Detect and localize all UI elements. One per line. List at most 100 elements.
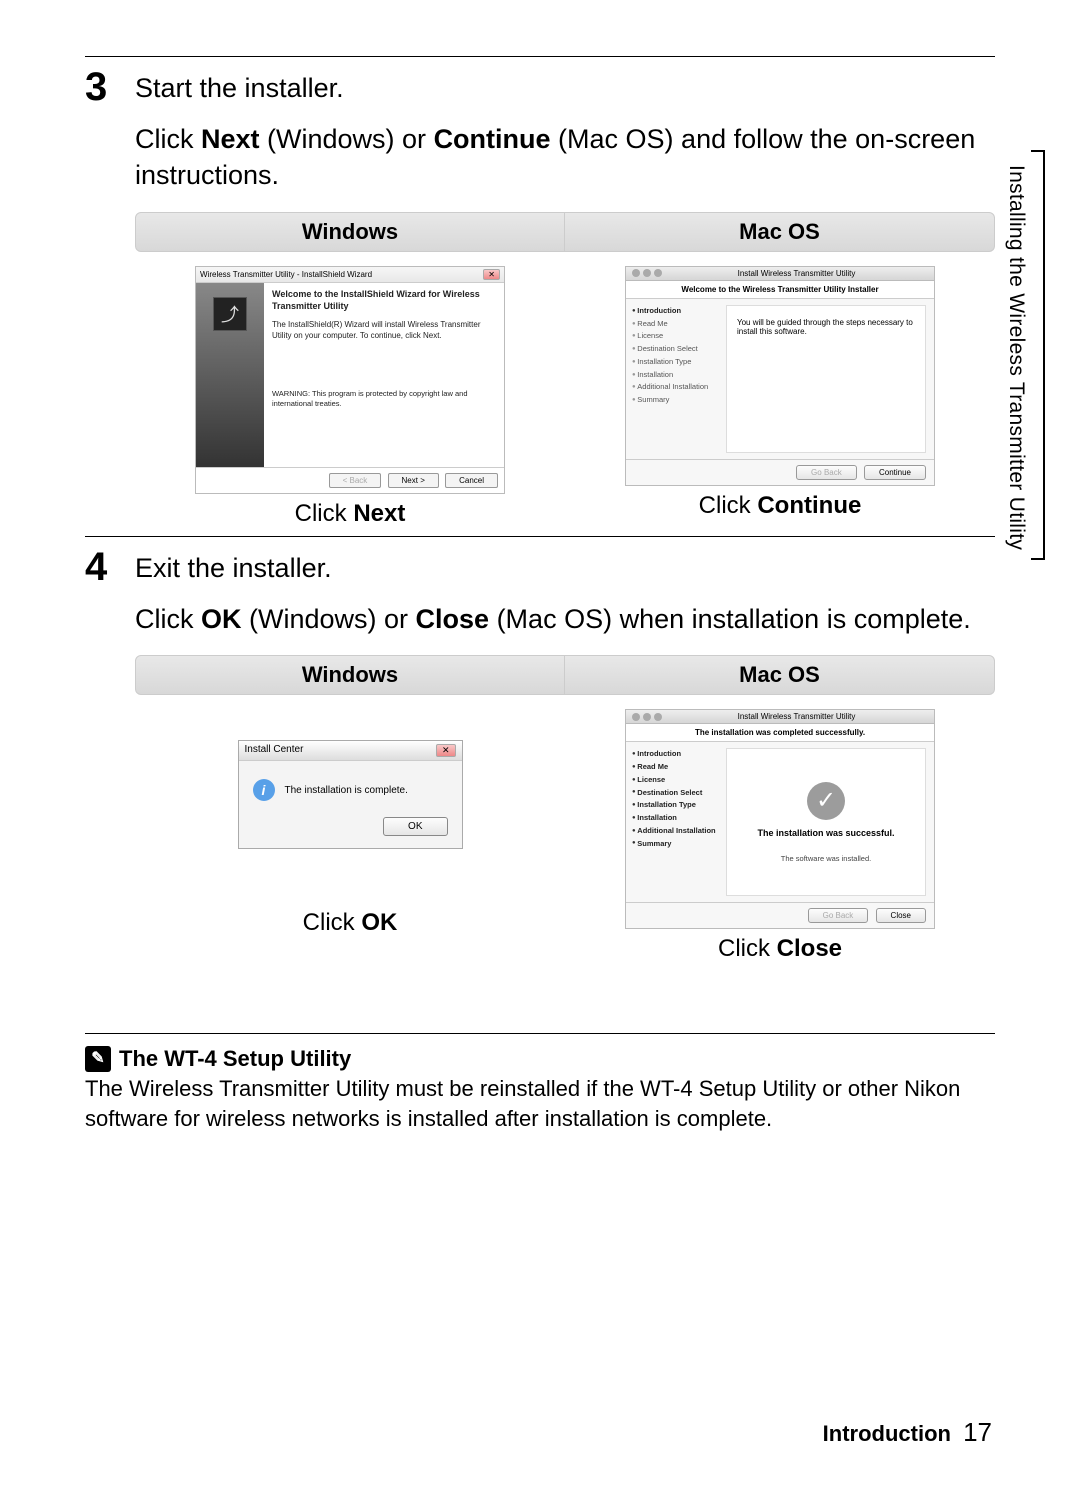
side-tab-line	[1043, 150, 1045, 560]
step3-os-table: Windows Wireless Transmitter Utility - I…	[135, 212, 995, 528]
traffic-light-icon[interactable]	[643, 269, 651, 277]
caption-click-continue: Click Continue	[565, 492, 995, 520]
mac-step-item: Summary	[632, 838, 720, 851]
side-tab-bottom	[1031, 558, 1045, 560]
mac-step-list: Introduction Read Me License Destination…	[626, 742, 726, 902]
step-3-body: Click Next (Windows) or Continue (Mac OS…	[135, 121, 995, 194]
back-button[interactable]: < Back	[329, 473, 382, 488]
bold-next: Next	[201, 124, 260, 154]
close-icon[interactable]: ✕	[483, 269, 500, 280]
text: Click	[303, 909, 362, 936]
mac-step-item: Additional Installation	[632, 381, 720, 394]
dlg-title-text: Install Center	[245, 744, 304, 757]
text: (Mac OS) when installation is complete.	[489, 604, 971, 634]
mac-body-text: You will be guided through the steps nec…	[737, 318, 915, 336]
footer-section: Introduction	[823, 1421, 951, 1446]
goback-button[interactable]: Go Back	[796, 465, 857, 480]
page-footer: Introduction 17	[823, 1417, 992, 1448]
note-title: ✎ The WT-4 Setup Utility	[85, 1044, 995, 1074]
mac-step-item: License	[632, 330, 720, 343]
text: Click	[135, 604, 201, 634]
mac-step-item: Installation	[632, 369, 720, 382]
info-icon: i	[253, 779, 275, 801]
note-title-text: The WT-4 Setup Utility	[119, 1044, 351, 1074]
mac-step-item: Installation Type	[632, 356, 720, 369]
footer-page: 17	[963, 1417, 992, 1447]
mac-success-sub: The software was installed.	[781, 854, 871, 863]
cancel-button[interactable]: Cancel	[445, 473, 498, 488]
text: Click	[295, 500, 354, 527]
mac-title-text: Install Wireless Transmitter Utility	[665, 712, 928, 721]
mac-step-item: Destination Select	[632, 787, 720, 800]
dlg-body-text: The installation is complete.	[285, 785, 408, 796]
next-button[interactable]: Next >	[388, 473, 439, 488]
side-tab-top	[1031, 150, 1045, 152]
note-box: ✎ The WT-4 Setup Utility The Wireless Tr…	[85, 1033, 995, 1133]
rule-mid	[85, 536, 995, 537]
pencil-icon: ✎	[85, 1046, 111, 1072]
close-icon[interactable]: ✕	[436, 744, 456, 757]
step-3-header: 3 Start the installer.	[85, 67, 995, 107]
step-4-body: Click OK (Windows) or Close (Mac OS) whe…	[135, 601, 995, 637]
step-4-number: 4	[85, 547, 135, 587]
step-3-title: Start the installer.	[135, 73, 344, 104]
mac-titlebar: Install Wireless Transmitter Utility	[626, 267, 934, 281]
text: Click	[135, 124, 201, 154]
goback-button[interactable]: Go Back	[808, 908, 869, 923]
traffic-light-icon[interactable]	[632, 269, 640, 277]
caption-click-ok: Click OK	[135, 909, 565, 937]
bold-continue: Continue	[434, 124, 551, 154]
mac-installer-screenshot: Install Wireless Transmitter Utility Wel…	[625, 266, 935, 486]
mac-step-item: Installation	[632, 812, 720, 825]
mac-step-item: Summary	[632, 394, 720, 407]
mac-step-item: Introduction	[632, 305, 720, 318]
bold: Next	[353, 500, 405, 527]
step-4-header: 4 Exit the installer.	[85, 547, 995, 587]
mac-step-item: Destination Select	[632, 343, 720, 356]
mac-step-item: Read Me	[632, 318, 720, 331]
step4-os-table: Windows Install Center ✕ i The installat…	[135, 655, 995, 963]
header-macos: Mac OS	[565, 655, 995, 695]
side-tab-label: Installing the Wireless Transmitter Util…	[1004, 165, 1028, 550]
bold: OK	[361, 909, 397, 936]
step-3-number: 3	[85, 67, 135, 107]
mac-banner: Welcome to the Wireless Transmitter Util…	[626, 281, 934, 299]
mac-title-text: Install Wireless Transmitter Utility	[665, 269, 928, 278]
installer-icon: ⤴	[213, 297, 247, 331]
mac-step-item: Additional Installation	[632, 825, 720, 838]
win-warning: WARNING: This program is protected by co…	[272, 389, 496, 409]
caption-click-close: Click Close	[565, 935, 995, 963]
win-heading: Welcome to the InstallShield Wizard for …	[272, 289, 496, 312]
win-body-text: The InstallShield(R) Wizard will install…	[272, 320, 496, 341]
text: Click	[718, 935, 777, 962]
mac-banner: The installation was completed successfu…	[626, 724, 934, 742]
mac-step-item: Introduction	[632, 748, 720, 761]
win-sidebar: ⤴	[196, 283, 264, 467]
mac-step-item: Installation Type	[632, 799, 720, 812]
mac-step-item: License	[632, 774, 720, 787]
text: (Windows) or	[242, 604, 416, 634]
caption-click-next: Click Next	[135, 500, 565, 528]
traffic-light-icon[interactable]	[632, 713, 640, 721]
mac-step-list: Introduction Read Me License Destination…	[626, 299, 726, 459]
traffic-light-icon[interactable]	[654, 713, 662, 721]
continue-button[interactable]: Continue	[864, 465, 926, 480]
close-button[interactable]: Close	[876, 908, 926, 923]
mac-success-title: The installation was successful.	[757, 828, 894, 838]
mac-step-item: Read Me	[632, 761, 720, 774]
traffic-light-icon[interactable]	[654, 269, 662, 277]
traffic-light-icon[interactable]	[643, 713, 651, 721]
bold: Continue	[757, 492, 861, 519]
check-icon: ✓	[807, 782, 845, 820]
text: Click	[699, 492, 758, 519]
bold: Close	[777, 935, 842, 962]
win-title-text: Wireless Transmitter Utility - InstallSh…	[200, 270, 372, 279]
ok-button[interactable]: OK	[383, 817, 447, 836]
rule-top	[85, 56, 995, 57]
windows-complete-dialog: Install Center ✕ i The installation is c…	[238, 740, 463, 849]
note-body: The Wireless Transmitter Utility must be…	[85, 1074, 995, 1133]
header-windows: Windows	[135, 655, 565, 695]
mac-titlebar: Install Wireless Transmitter Utility	[626, 710, 934, 724]
mac-complete-screenshot: Install Wireless Transmitter Utility The…	[625, 709, 935, 929]
text: (Windows) or	[260, 124, 434, 154]
